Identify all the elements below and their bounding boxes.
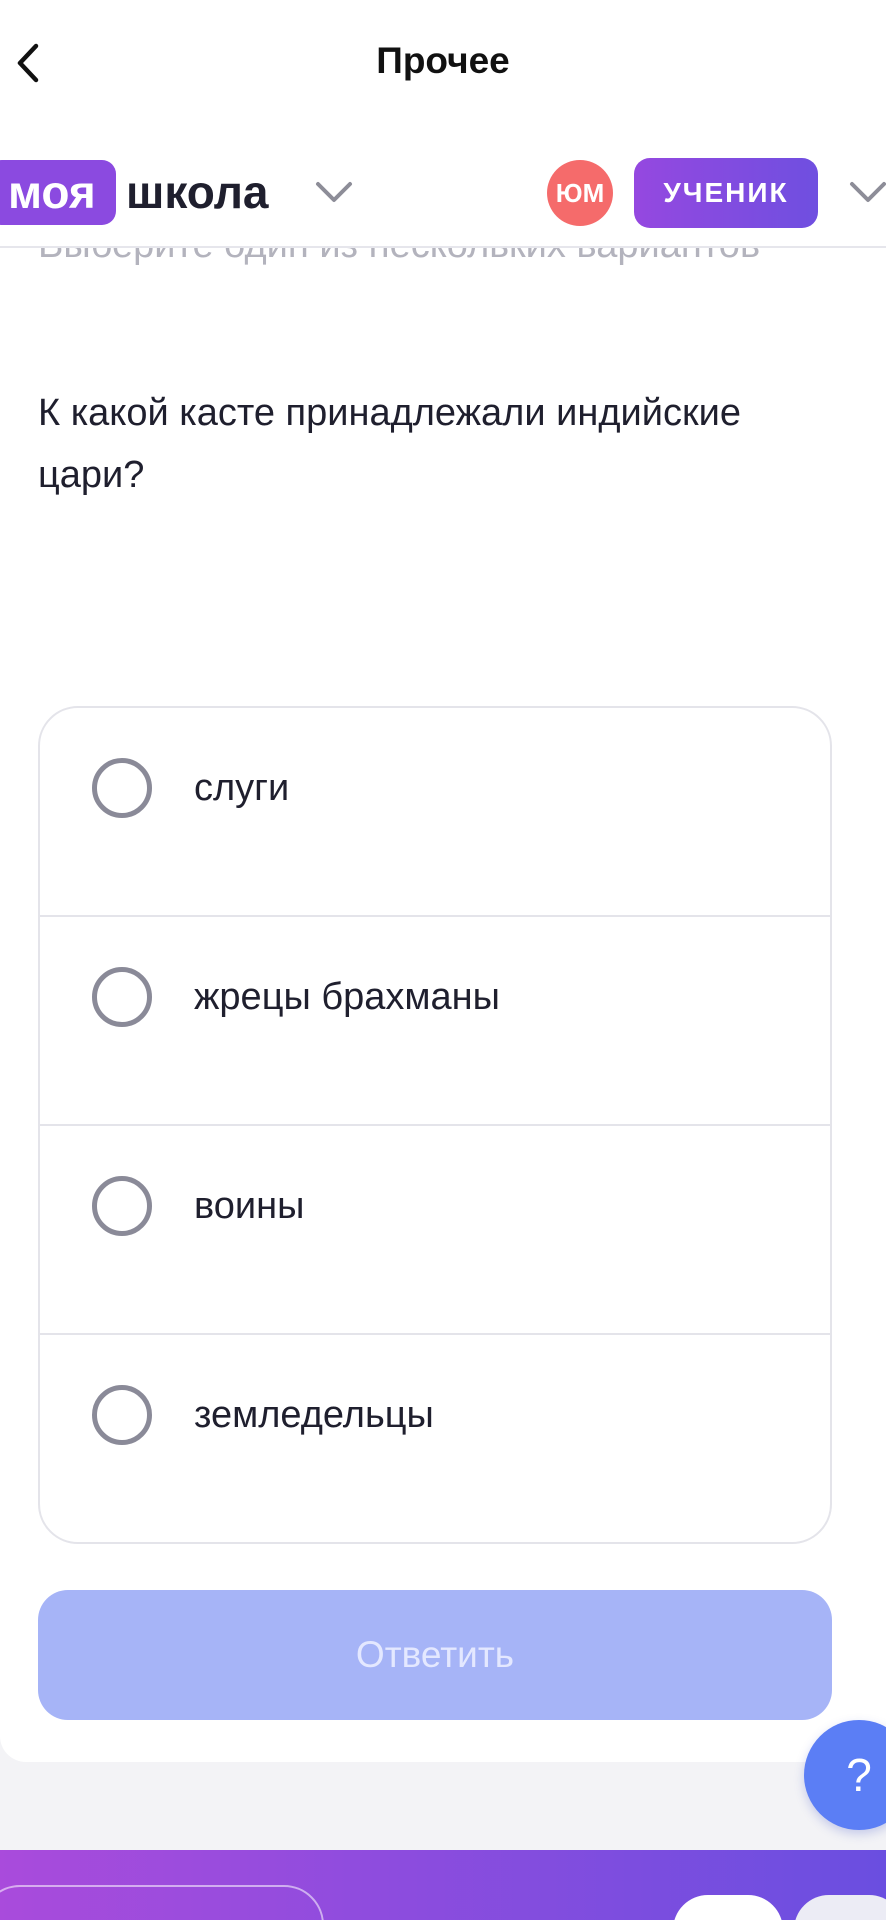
role-dropdown-button[interactable] bbox=[848, 172, 886, 212]
answer-option-3[interactable]: воины bbox=[40, 1126, 830, 1335]
answer-option-4[interactable]: земледельцы bbox=[40, 1335, 830, 1542]
school-selector-button[interactable] bbox=[314, 172, 354, 212]
bottom-pill-button[interactable] bbox=[673, 1895, 783, 1920]
bottom-bar bbox=[0, 1850, 886, 1920]
chevron-down-icon bbox=[316, 182, 352, 202]
answer-option-label: земледельцы bbox=[194, 1394, 434, 1436]
chevron-down-icon bbox=[850, 182, 886, 202]
school-header: моя школа ЮМ УЧЕНИК bbox=[0, 130, 886, 248]
radio-button[interactable] bbox=[92, 967, 152, 1027]
page: Прочее моя школа ЮМ УЧЕНИК Выберите один… bbox=[0, 0, 886, 1920]
radio-button[interactable] bbox=[92, 758, 152, 818]
radio-button[interactable] bbox=[92, 1385, 152, 1445]
answer-option-label: воины bbox=[194, 1185, 305, 1227]
page-title: Прочее bbox=[376, 40, 510, 81]
answer-option-label: жрецы брахманы bbox=[194, 976, 500, 1018]
radio-button[interactable] bbox=[92, 1176, 152, 1236]
bottom-pill-button-secondary[interactable] bbox=[794, 1895, 886, 1920]
answer-options: слуги жрецы брахманы воины земледельцы bbox=[38, 706, 832, 1544]
answer-option-1[interactable]: слуги bbox=[40, 708, 830, 917]
answer-option-label: слуги bbox=[194, 767, 290, 809]
question-text: К какой касте принадлежали индийские цар… bbox=[38, 392, 741, 496]
avatar[interactable]: ЮМ bbox=[547, 160, 613, 226]
submit-answer-button[interactable]: Ответить bbox=[38, 1590, 832, 1720]
bottom-outline-button[interactable] bbox=[0, 1885, 324, 1920]
task-card: Выберите один из нескольких вариантов К … bbox=[0, 248, 886, 1762]
answer-option-2[interactable]: жрецы брахманы bbox=[40, 917, 830, 1126]
role-selector-button[interactable]: УЧЕНИК bbox=[634, 158, 818, 228]
logo-shkola: школа bbox=[126, 166, 269, 218]
logo-moya: моя bbox=[0, 160, 116, 225]
top-nav-bar: Прочее bbox=[0, 0, 886, 130]
task-instruction: Выберите один из нескольких вариантов bbox=[38, 248, 798, 276]
